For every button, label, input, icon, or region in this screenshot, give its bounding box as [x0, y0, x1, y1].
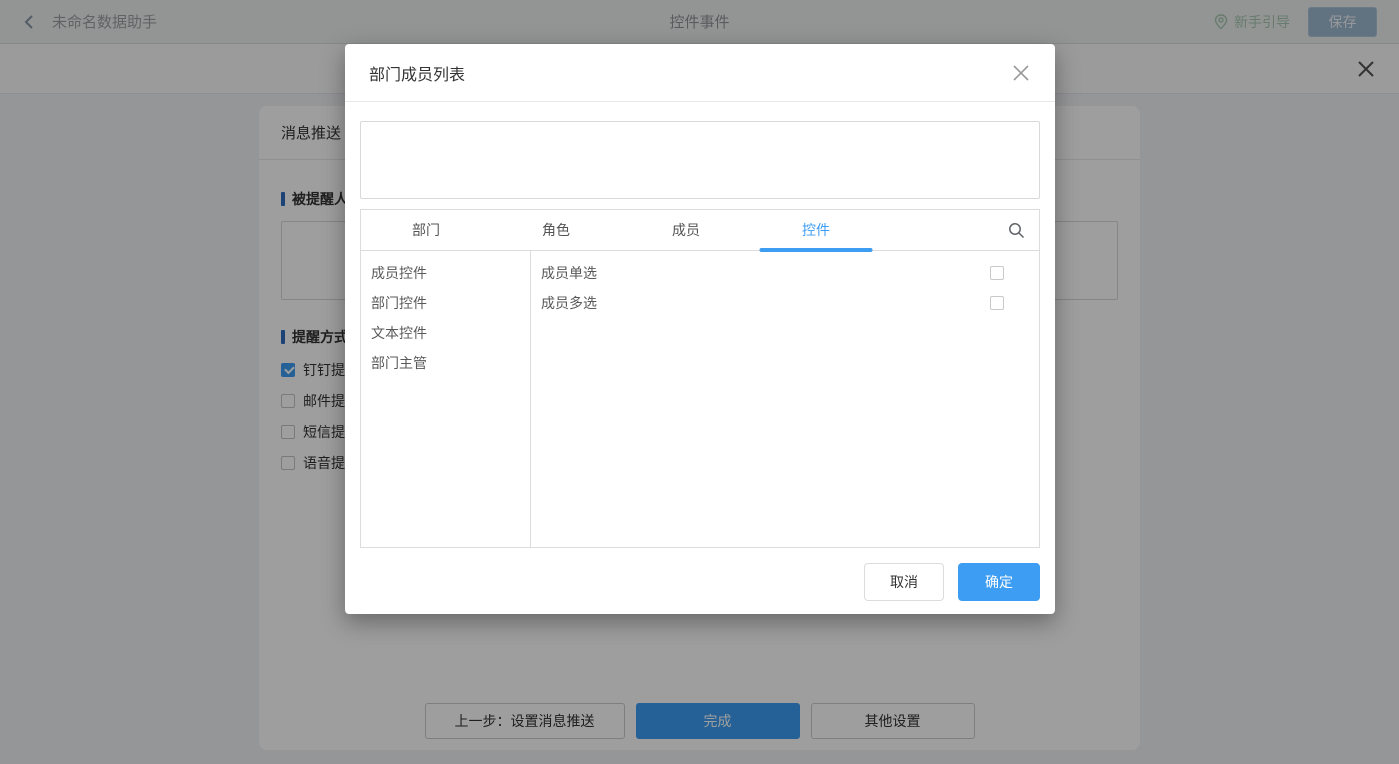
list-item[interactable]: 成员控件 — [361, 258, 530, 288]
list-item[interactable]: 文本控件 — [361, 318, 530, 348]
modal-close-icon[interactable] — [1011, 63, 1031, 83]
checkbox-unchecked[interactable] — [990, 266, 1004, 280]
tab-role[interactable]: 角色 — [491, 210, 621, 250]
list-item[interactable]: 部门控件 — [361, 288, 530, 318]
tab-member[interactable]: 成员 — [621, 210, 751, 250]
control-option-list: 成员单选 成员多选 — [531, 251, 1039, 547]
search-icon[interactable] — [1008, 222, 1025, 239]
checkbox-unchecked[interactable] — [990, 296, 1004, 310]
tab-department[interactable]: 部门 — [361, 210, 491, 250]
selected-items-box[interactable] — [360, 121, 1040, 199]
option-label: 成员多选 — [541, 293, 597, 313]
member-picker: 部门 角色 成员 控件 成员控件 部门控件 文本控件 部门主管 成员单选 — [360, 209, 1040, 548]
modal-title: 部门成员列表 — [369, 61, 465, 85]
department-member-dialog: 部门成员列表 部门 角色 成员 控件 成员控件 部门控件 文本控件 部门主管 — [345, 44, 1055, 614]
picker-tabs: 部门 角色 成员 控件 — [361, 210, 1039, 251]
control-category-list: 成员控件 部门控件 文本控件 部门主管 — [361, 251, 531, 547]
cancel-button[interactable]: 取消 — [864, 563, 944, 601]
list-item[interactable]: 部门主管 — [361, 348, 530, 378]
list-item[interactable]: 成员单选 — [531, 258, 1039, 288]
list-item[interactable]: 成员多选 — [531, 288, 1039, 318]
modal-footer: 取消 确定 — [360, 563, 1040, 601]
tab-control[interactable]: 控件 — [751, 210, 881, 250]
modal-header: 部门成员列表 — [345, 44, 1055, 102]
option-label: 成员单选 — [541, 263, 597, 283]
confirm-button[interactable]: 确定 — [958, 563, 1040, 601]
